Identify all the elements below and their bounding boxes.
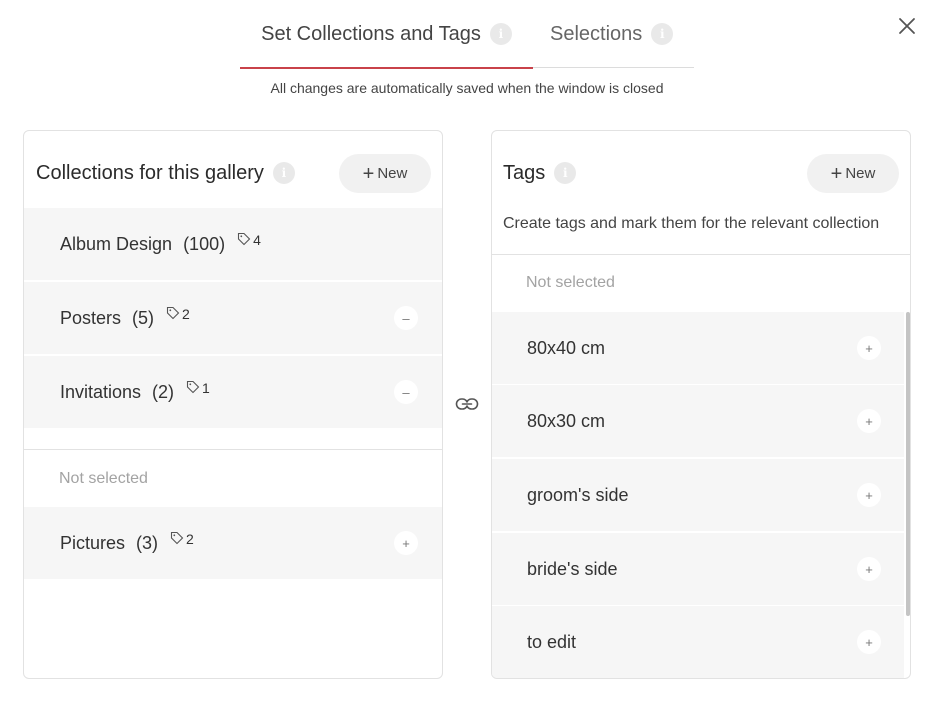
tags-title-text: Tags bbox=[503, 161, 546, 184]
tag-name: 80x30 cm bbox=[527, 410, 606, 431]
tag-icon bbox=[166, 306, 180, 320]
tag-name: to edit bbox=[527, 631, 577, 652]
tag-icon bbox=[238, 232, 251, 246]
tab-bar: Set Collections and Tags i Selections i bbox=[240, 0, 694, 69]
collection-row-album-design[interactable]: Album Design (100) 4 bbox=[24, 208, 442, 280]
tag-count: 2 bbox=[182, 306, 190, 322]
collection-name: Album Design bbox=[60, 233, 173, 254]
add-tag-button[interactable]: + bbox=[857, 630, 881, 654]
tag-count-badge: 2 bbox=[166, 306, 190, 322]
collections-title: Collections for this gallery i bbox=[36, 159, 295, 187]
collection-count: (2) bbox=[152, 381, 175, 402]
collections-panel: Collections for this gallery i + New Alb… bbox=[23, 130, 443, 679]
plus-icon: + bbox=[830, 162, 843, 185]
info-icon[interactable]: i bbox=[489, 23, 512, 45]
collection-name: Pictures bbox=[60, 532, 126, 553]
tab-selections[interactable]: Selections i bbox=[550, 0, 674, 68]
collection-count: (5) bbox=[132, 307, 155, 328]
tag-name: 80x40 cm bbox=[527, 337, 606, 358]
add-tag-button[interactable]: + bbox=[857, 336, 881, 360]
add-tag-button[interactable]: + bbox=[857, 557, 881, 581]
add-collection-button[interactable]: + bbox=[394, 531, 418, 555]
collection-row-posters[interactable]: Posters (5) 2 – bbox=[24, 282, 442, 354]
tag-count-badge: 4 bbox=[237, 232, 261, 248]
add-tag-button[interactable]: + bbox=[857, 483, 881, 507]
collection-row-invitations[interactable]: Invitations (2) 1 – bbox=[24, 356, 442, 428]
new-collection-label: New bbox=[377, 165, 408, 182]
collection-name: Invitations bbox=[60, 381, 142, 402]
new-collection-button[interactable]: + New bbox=[339, 154, 431, 193]
info-icon[interactable]: i bbox=[272, 162, 295, 184]
not-selected-label: Not selected bbox=[526, 274, 615, 291]
collection-row-pictures[interactable]: Pictures (3) 2 + bbox=[24, 507, 442, 579]
tag-count-badge: 2 bbox=[170, 531, 194, 547]
tag-count: 1 bbox=[202, 380, 210, 396]
add-tag-button[interactable]: + bbox=[857, 409, 881, 433]
tag-icon bbox=[186, 380, 200, 394]
close-icon bbox=[899, 18, 915, 34]
section-divider bbox=[24, 449, 442, 450]
tag-row[interactable]: 80x40 cm + bbox=[492, 312, 904, 384]
tag-row[interactable]: bride's side + bbox=[492, 533, 904, 605]
tag-row[interactable]: to edit + bbox=[492, 606, 904, 678]
tag-icon bbox=[170, 531, 184, 545]
link-icon bbox=[455, 398, 479, 410]
tag-name: bride's side bbox=[527, 558, 618, 579]
tags-panel: Tags i + New Create tags and mark them f… bbox=[491, 130, 911, 679]
tag-row[interactable]: 80x30 cm + bbox=[492, 385, 904, 457]
collection-count: (100) bbox=[183, 233, 226, 254]
remove-collection-button[interactable]: – bbox=[394, 380, 418, 404]
tab-set-collections-and-tags[interactable]: Set Collections and Tags i bbox=[240, 0, 533, 69]
info-icon[interactable]: i bbox=[651, 23, 674, 45]
collection-count: (3) bbox=[136, 532, 159, 553]
tab-label: Set Collections and Tags bbox=[261, 22, 481, 45]
tag-count: 2 bbox=[186, 531, 194, 547]
tags-title: Tags i bbox=[503, 159, 577, 187]
tags-scrollbar[interactable] bbox=[906, 312, 910, 616]
info-icon[interactable]: i bbox=[554, 162, 577, 184]
remove-collection-button[interactable]: – bbox=[394, 306, 418, 330]
close-button[interactable] bbox=[894, 13, 920, 39]
tag-row[interactable]: groom's side + bbox=[492, 459, 904, 531]
section-divider bbox=[492, 254, 910, 255]
new-tag-label: New bbox=[845, 165, 876, 182]
tag-name: groom's side bbox=[527, 484, 629, 505]
tag-count: 4 bbox=[253, 232, 261, 248]
collection-name: Posters bbox=[60, 307, 122, 328]
plus-icon: + bbox=[362, 162, 375, 185]
not-selected-label: Not selected bbox=[59, 470, 148, 487]
autosave-notice: All changes are automatically saved when… bbox=[270, 80, 664, 96]
tab-label: Selections bbox=[550, 22, 643, 45]
new-tag-button[interactable]: + New bbox=[807, 154, 899, 193]
tags-subtitle: Create tags and mark them for the releva… bbox=[503, 215, 880, 232]
collections-title-text: Collections for this gallery bbox=[36, 161, 264, 184]
tag-count-badge: 1 bbox=[186, 380, 210, 396]
